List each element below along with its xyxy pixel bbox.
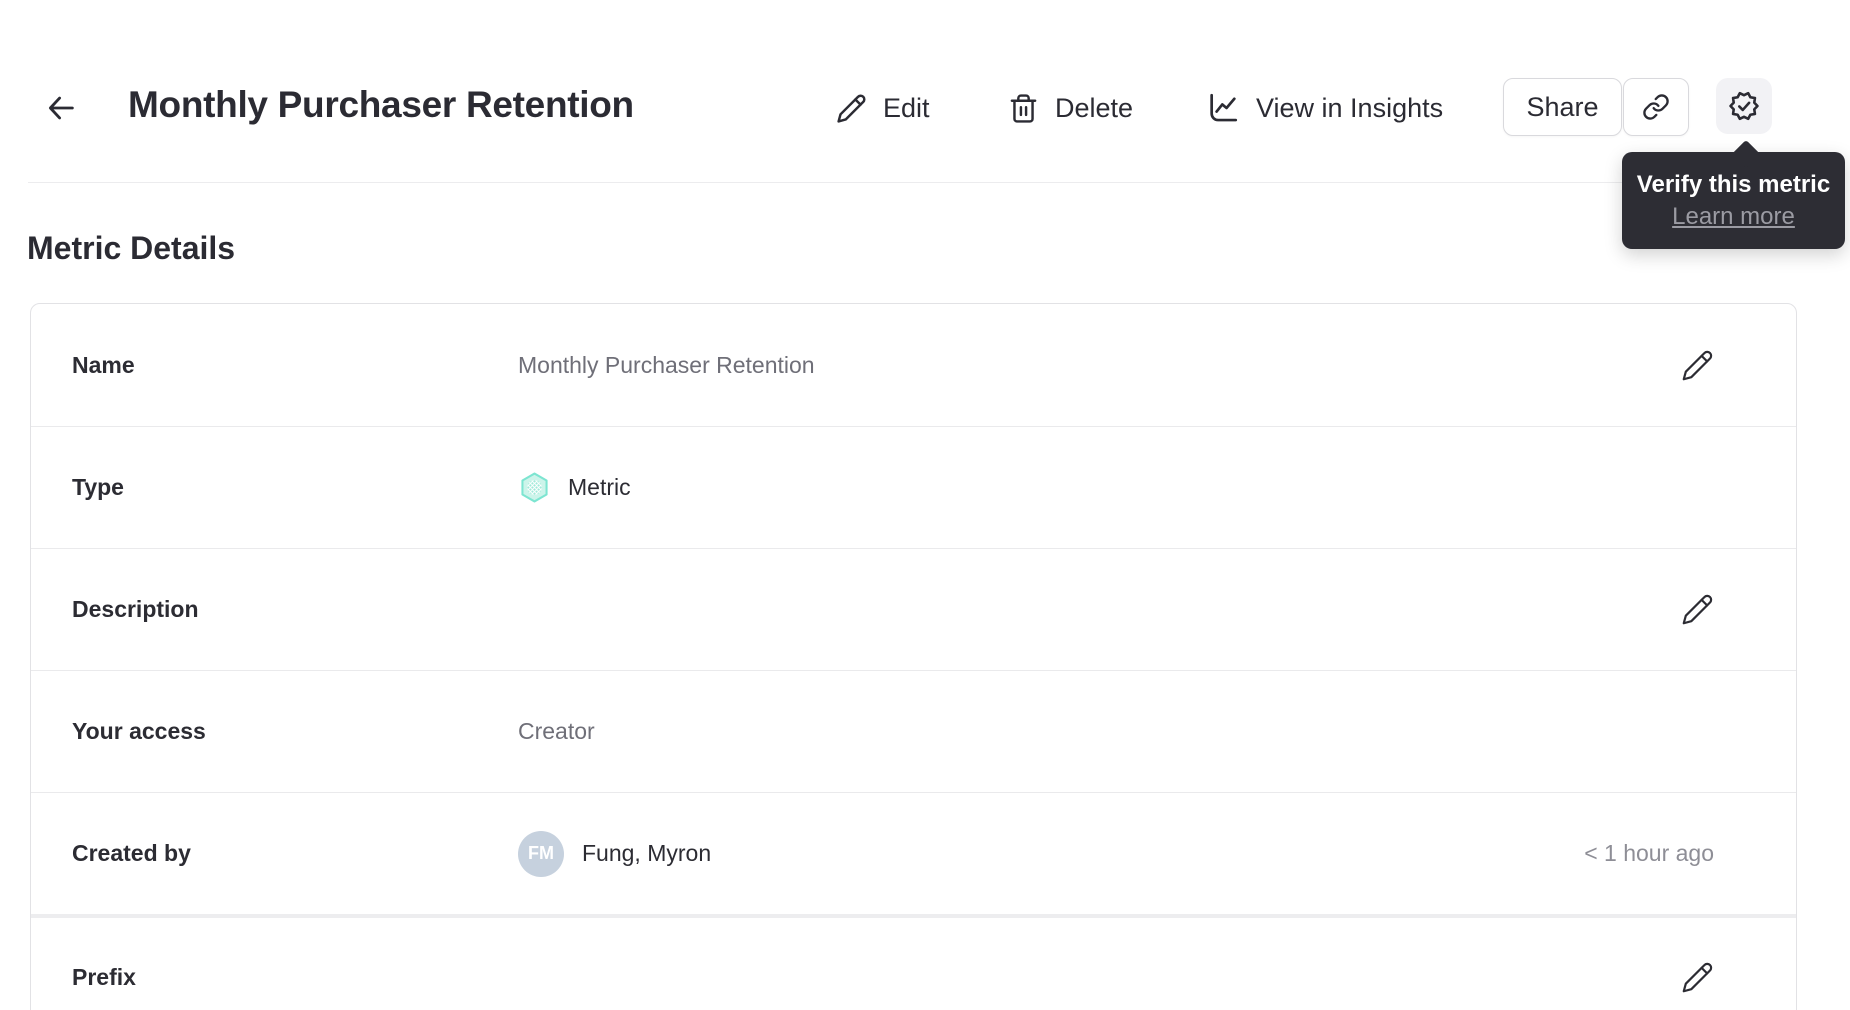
your-access-label: Your access bbox=[72, 718, 206, 744]
table-row-your-access: Your access Creator bbox=[31, 670, 1796, 792]
type-label: Type bbox=[72, 474, 124, 500]
verified-seal-icon bbox=[1729, 91, 1759, 121]
your-access-value: Creator bbox=[518, 718, 595, 744]
type-value: Metric bbox=[518, 471, 631, 504]
verify-tooltip: Verify this metric Learn more bbox=[1622, 152, 1845, 249]
share-button-label: Share bbox=[1526, 91, 1599, 122]
pencil-icon bbox=[1682, 962, 1713, 992]
type-value-text: Metric bbox=[568, 474, 631, 500]
copy-link-button[interactable] bbox=[1623, 78, 1689, 136]
header-divider bbox=[28, 182, 1822, 183]
verify-tooltip-title: Verify this metric bbox=[1636, 170, 1831, 198]
table-row-type: Type Metric bbox=[31, 426, 1796, 548]
delete-button-label: Delete bbox=[1055, 92, 1134, 123]
name-value: Monthly Purchaser Retention bbox=[518, 351, 815, 378]
edit-name-button[interactable] bbox=[1681, 349, 1714, 382]
metric-details-heading: Metric Details bbox=[27, 230, 236, 266]
view-in-insights-button[interactable]: View in Insights bbox=[1206, 89, 1443, 127]
share-button[interactable]: Share bbox=[1503, 78, 1622, 136]
prefix-label: Prefix bbox=[72, 963, 136, 990]
edit-description-button[interactable] bbox=[1681, 593, 1714, 626]
avatar: FM bbox=[518, 830, 564, 877]
back-button[interactable] bbox=[40, 88, 82, 128]
view-in-insights-label: View in Insights bbox=[1256, 92, 1444, 123]
pencil-icon bbox=[1682, 350, 1713, 380]
trash-icon bbox=[1010, 93, 1037, 123]
metric-details-page: Monthly Purchaser Retention Edit Delete … bbox=[0, 0, 1850, 1010]
delete-button[interactable]: Delete bbox=[1008, 89, 1133, 127]
metric-details-card: Name Monthly Purchaser Retention Type Me… bbox=[30, 303, 1797, 1010]
edit-button-label: Edit bbox=[883, 92, 930, 123]
table-row-created-by: Created by FM Fung, Myron < 1 hour ago bbox=[31, 792, 1796, 914]
edit-prefix-button[interactable] bbox=[1681, 961, 1714, 994]
pencil-icon bbox=[837, 94, 866, 123]
table-row-name: Name Monthly Purchaser Retention bbox=[31, 304, 1796, 426]
page-title: Monthly Purchaser Retention bbox=[128, 84, 634, 125]
created-by-name: Fung, Myron bbox=[582, 840, 712, 866]
table-row-description: Description bbox=[31, 548, 1796, 670]
name-label: Name bbox=[72, 351, 135, 378]
line-chart-icon bbox=[1210, 93, 1238, 122]
learn-more-link[interactable]: Learn more bbox=[1672, 203, 1795, 231]
arrow-left-icon bbox=[48, 96, 74, 120]
verify-metric-button[interactable] bbox=[1716, 78, 1772, 134]
table-row-prefix: Prefix bbox=[31, 914, 1796, 1010]
created-timestamp: < 1 hour ago bbox=[1584, 840, 1714, 866]
created-by-value: FM Fung, Myron bbox=[518, 830, 712, 877]
pencil-icon bbox=[1682, 594, 1713, 625]
chain-link-icon bbox=[1643, 94, 1669, 120]
edit-button[interactable]: Edit bbox=[836, 89, 930, 127]
metric-hexagon-icon bbox=[518, 471, 551, 504]
created-by-label: Created by bbox=[72, 840, 191, 866]
description-label: Description bbox=[72, 596, 199, 622]
